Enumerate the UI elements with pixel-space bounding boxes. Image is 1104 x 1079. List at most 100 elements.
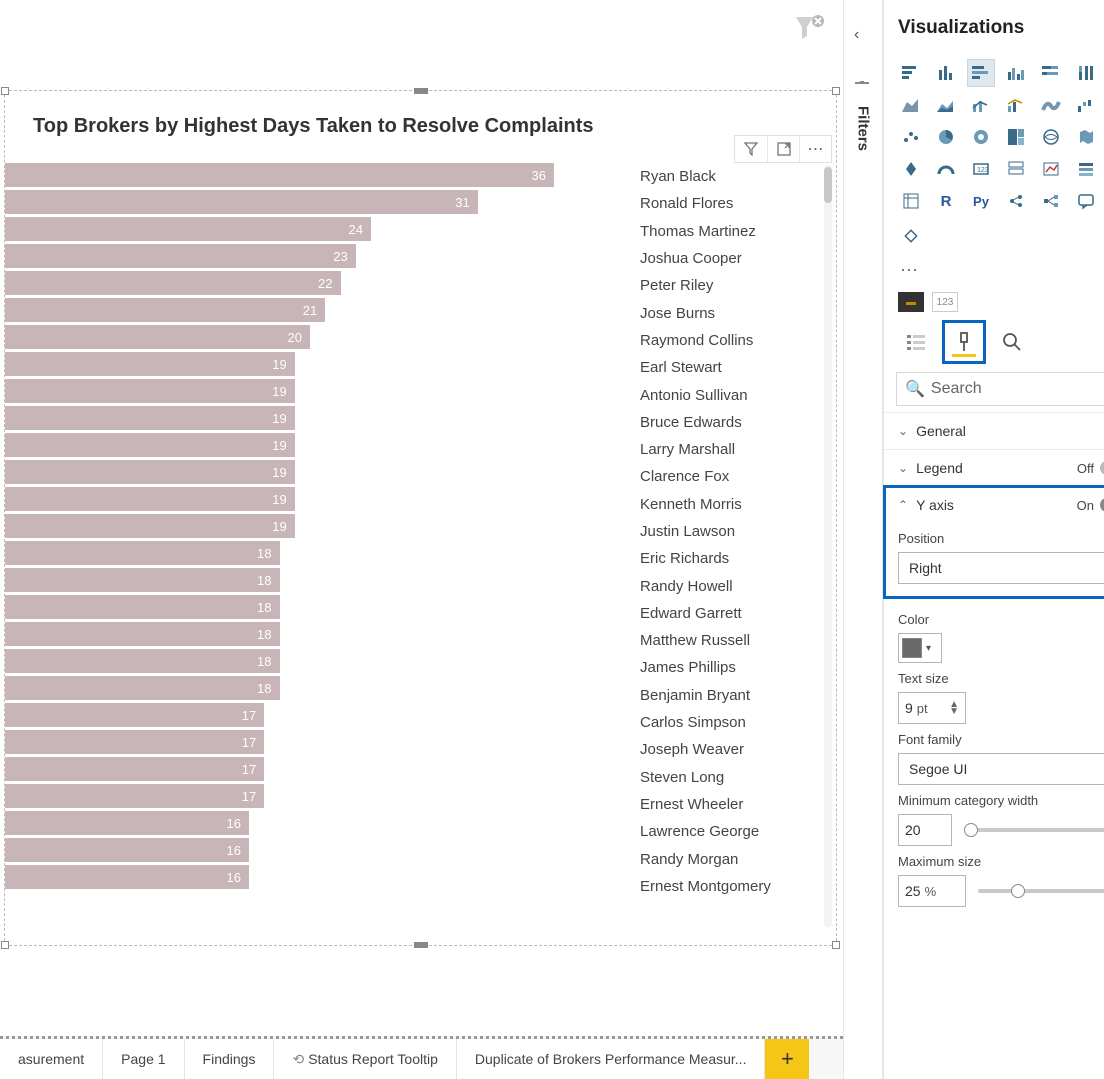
waterfall-icon[interactable] bbox=[1073, 92, 1099, 118]
max-size-input[interactable]: 25 % bbox=[898, 875, 966, 907]
bar[interactable]: 16 bbox=[5, 865, 249, 889]
analytics-tab-icon[interactable] bbox=[994, 324, 1030, 360]
hundred-stacked-bar-icon[interactable] bbox=[1038, 60, 1064, 86]
bar[interactable]: 18 bbox=[5, 622, 280, 646]
stacked-column-icon[interactable] bbox=[933, 60, 959, 86]
font-family-select[interactable]: Segoe UI ⌄ bbox=[898, 753, 1104, 785]
resize-handle-bl[interactable] bbox=[1, 941, 9, 949]
general-section-header[interactable]: ⌄General bbox=[884, 413, 1104, 449]
card-icon[interactable]: 123 bbox=[968, 156, 994, 182]
min-cat-width-slider[interactable] bbox=[964, 828, 1104, 832]
bar-chart-visual[interactable]: Top Brokers by Highest Days Taken to Res… bbox=[4, 90, 837, 946]
text-size-input[interactable]: 9 pt ▲▼ bbox=[898, 692, 966, 724]
decomposition-tree-icon[interactable] bbox=[1038, 188, 1064, 214]
matrix-icon[interactable] bbox=[898, 188, 924, 214]
min-cat-width-input[interactable]: 20 bbox=[898, 814, 952, 846]
bar[interactable]: 17 bbox=[5, 784, 264, 808]
bar[interactable]: 19 bbox=[5, 487, 295, 511]
format-search-input[interactable]: 🔍 Search bbox=[896, 372, 1104, 406]
color-picker[interactable]: ▾ bbox=[898, 633, 942, 663]
bar[interactable]: 19 bbox=[5, 514, 295, 538]
resize-handle-tr[interactable] bbox=[832, 87, 840, 95]
bar[interactable]: 16 bbox=[5, 811, 249, 835]
stepper-icon[interactable]: ▲▼ bbox=[949, 701, 959, 715]
bar[interactable]: 21 bbox=[5, 298, 325, 322]
bar[interactable]: 18 bbox=[5, 595, 280, 619]
stacked-area-icon[interactable] bbox=[933, 92, 959, 118]
line-stacked-column-icon[interactable] bbox=[968, 92, 994, 118]
line-clustered-column-icon[interactable] bbox=[1003, 92, 1029, 118]
more-options-icon[interactable]: ⋯ bbox=[799, 136, 831, 162]
bar[interactable]: 17 bbox=[5, 757, 264, 781]
bar[interactable]: 22 bbox=[5, 271, 341, 295]
category-label: Peter Riley bbox=[640, 277, 713, 294]
resize-handle-br[interactable] bbox=[832, 941, 840, 949]
key-influencers-icon[interactable] bbox=[1003, 188, 1029, 214]
scatter-icon[interactable] bbox=[898, 124, 924, 150]
area-chart-icon[interactable] bbox=[898, 92, 924, 118]
resize-handle-bottom[interactable] bbox=[414, 942, 428, 948]
page-tab[interactable]: ⟲ Status Report Tooltip bbox=[274, 1039, 456, 1079]
expand-filters-chevron-icon[interactable]: ‹ bbox=[854, 26, 859, 44]
legend-toggle[interactable] bbox=[1100, 461, 1104, 475]
bar[interactable]: 18 bbox=[5, 568, 280, 592]
clustered-bar-icon[interactable] bbox=[968, 60, 994, 86]
slicer-icon[interactable] bbox=[1073, 156, 1099, 182]
bar[interactable]: 16 bbox=[5, 838, 249, 862]
bar[interactable]: 36 bbox=[5, 163, 554, 187]
bar[interactable]: 19 bbox=[5, 460, 295, 484]
bar[interactable]: 17 bbox=[5, 730, 264, 754]
kpi-icon[interactable] bbox=[1038, 156, 1064, 182]
bar[interactable]: 19 bbox=[5, 352, 295, 376]
bar[interactable]: 24 bbox=[5, 217, 371, 241]
bar[interactable]: 18 bbox=[5, 649, 280, 673]
r-visual-icon[interactable]: R bbox=[933, 188, 959, 214]
y-axis-section-header[interactable]: ⌃Y axis On bbox=[884, 487, 1104, 523]
python-visual-icon[interactable]: Py bbox=[968, 188, 994, 214]
page-tab[interactable]: Page 1 bbox=[103, 1039, 184, 1079]
clear-filter-icon[interactable] bbox=[793, 14, 829, 42]
resize-handle-top[interactable] bbox=[414, 88, 428, 94]
page-tab[interactable]: asurement bbox=[0, 1039, 103, 1079]
add-page-button[interactable]: + bbox=[765, 1039, 809, 1079]
treemap-icon[interactable] bbox=[1003, 124, 1029, 150]
fields-tab-icon[interactable] bbox=[898, 324, 934, 360]
visual-filter-icon[interactable] bbox=[735, 136, 767, 162]
bar[interactable]: 18 bbox=[5, 676, 280, 700]
filters-pane-collapsed[interactable]: ‹ Filters bbox=[843, 0, 883, 1079]
field-well-axis[interactable]: ▬ bbox=[898, 292, 924, 312]
focus-mode-icon[interactable] bbox=[767, 136, 799, 162]
donut-icon[interactable] bbox=[968, 124, 994, 150]
map-icon[interactable] bbox=[1038, 124, 1064, 150]
bar[interactable]: 17 bbox=[5, 703, 264, 727]
gauge-icon[interactable] bbox=[933, 156, 959, 182]
bar[interactable]: 18 bbox=[5, 541, 280, 565]
max-size-slider[interactable] bbox=[978, 889, 1104, 893]
bar[interactable]: 19 bbox=[5, 379, 295, 403]
stacked-bar-icon[interactable] bbox=[898, 60, 924, 86]
y-axis-toggle[interactable] bbox=[1100, 498, 1104, 512]
bar[interactable]: 20 bbox=[5, 325, 310, 349]
format-tab-icon[interactable] bbox=[946, 324, 982, 360]
ribbon-chart-icon[interactable] bbox=[1038, 92, 1064, 118]
resize-handle-tl[interactable] bbox=[1, 87, 9, 95]
page-tab[interactable]: Duplicate of Brokers Performance Measur.… bbox=[457, 1039, 766, 1079]
field-well-values[interactable]: 123 bbox=[932, 292, 958, 312]
filled-map-icon[interactable] bbox=[1073, 124, 1099, 150]
qa-visual-icon[interactable] bbox=[1073, 188, 1099, 214]
bar[interactable]: 23 bbox=[5, 244, 356, 268]
pie-icon[interactable] bbox=[933, 124, 959, 150]
bar[interactable]: 19 bbox=[5, 406, 295, 430]
chart-scrollbar[interactable] bbox=[824, 165, 832, 927]
clustered-column-icon[interactable] bbox=[1003, 60, 1029, 86]
more-visuals-menu[interactable]: ··· bbox=[898, 255, 1104, 290]
bar[interactable]: 19 bbox=[5, 433, 295, 457]
multi-row-card-icon[interactable] bbox=[1003, 156, 1029, 182]
legend-section-header[interactable]: ⌄Legend Off bbox=[884, 450, 1104, 486]
azure-map-icon[interactable] bbox=[898, 156, 924, 182]
position-select[interactable]: Right ⌄ bbox=[898, 552, 1104, 584]
get-more-visuals-icon[interactable] bbox=[898, 223, 924, 249]
hundred-stacked-column-icon[interactable] bbox=[1073, 60, 1099, 86]
bar[interactable]: 31 bbox=[5, 190, 478, 214]
page-tab[interactable]: Findings bbox=[185, 1039, 275, 1079]
